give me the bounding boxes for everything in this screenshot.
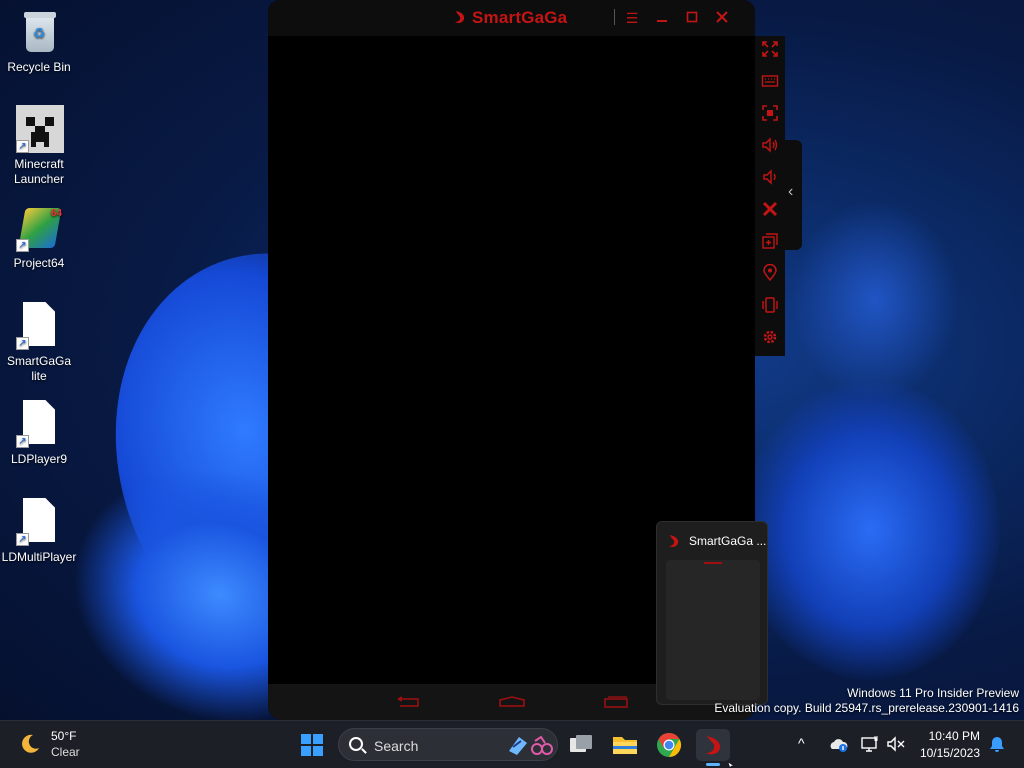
close-icon (716, 11, 728, 23)
file-icon: ↗ (16, 400, 62, 448)
volume-muted-icon[interactable] (886, 735, 906, 753)
smartgaga-logo-icon (455, 11, 465, 23)
chrome-icon (657, 733, 682, 757)
windows-watermark: Windows 11 Pro Insider Preview Evaluatio… (714, 686, 1019, 716)
desktop-icon-label: Minecraft Launcher (13, 157, 65, 186)
wallpaper-bloom (740, 380, 1000, 680)
minimize-button[interactable] (652, 8, 672, 28)
taskbar-thumbnail-preview[interactable]: SmartGaGa ... (656, 521, 768, 705)
smartgaga-logo-icon (706, 736, 721, 755)
smartgaga-logo-icon (669, 535, 679, 547)
desktop-icon-project64[interactable]: 64 ↗ Project64 (1, 204, 77, 271)
file-icon: ↗ (16, 498, 62, 546)
start-button[interactable] (296, 729, 330, 761)
desktop-icon-smartgaga-lite[interactable]: ↗ SmartGaGa lite (1, 302, 77, 384)
shake-icon[interactable] (760, 296, 780, 316)
screenshot-icon[interactable] (760, 104, 780, 124)
chrome-button[interactable] (652, 729, 686, 761)
desktop-icon-ldmultiplayer[interactable]: ↗ LDMultiPlayer (1, 498, 77, 565)
file-explorer-button[interactable] (608, 729, 642, 761)
wallpaper-bloom (790, 200, 960, 400)
location-icon[interactable] (760, 263, 780, 284)
project64-icon: 64 ↗ (16, 204, 62, 252)
desktop-icon-ldplayer9[interactable]: ↗ LDPlayer9 (1, 400, 77, 467)
thumbnail-title: SmartGaGa ... (689, 534, 767, 548)
smartgaga-taskbar-button[interactable] (696, 729, 730, 766)
smartgaga-brand: SmartGaGa (452, 8, 567, 28)
watermark-line: Evaluation copy. Build 25947.rs_prerelea… (714, 701, 1019, 715)
settings-icon[interactable] (760, 328, 780, 348)
taskbar: 50°F Clear Search ^ 10:40 PM 10/15/2023 (0, 720, 1024, 768)
menu-icon[interactable]: ☰ (622, 8, 642, 28)
file-icon: ↗ (16, 302, 62, 350)
volume-down-icon[interactable] (760, 168, 780, 188)
desktop-icon-label: Recycle Bin (7, 60, 71, 74)
folder-icon (613, 737, 637, 754)
close-button[interactable] (712, 8, 732, 28)
shortcut-arrow-icon: ↗ (16, 239, 29, 252)
window-title: SmartGaGa (472, 8, 568, 27)
shortcut-arrow-icon: ↗ (16, 337, 29, 350)
desktop-icon-recycle-bin[interactable]: ♻ Recycle Bin (1, 8, 77, 75)
weather-condition: Clear (51, 745, 80, 759)
desktop-icon-label: LDPlayer9 (10, 452, 68, 466)
titlebar-separator (614, 9, 615, 25)
desktop-icon-label: SmartGaGa lite (6, 354, 72, 383)
task-view-icon (570, 735, 592, 752)
clock-date: 10/15/2023 (919, 746, 980, 760)
desktop-icon-label: Project64 (13, 256, 65, 270)
show-hidden-icons-chevron[interactable]: ^ (798, 735, 805, 751)
shortcut-arrow-icon: ↗ (16, 435, 29, 448)
minecraft-icon: ↗ (16, 105, 64, 153)
search-highlight-icon (509, 735, 553, 755)
desktop-icon-label: LDMultiPlayer (1, 550, 77, 564)
taskbar-search[interactable]: Search (338, 728, 558, 761)
clock-time: 10:40 PM (928, 729, 980, 743)
mouse-cursor-icon (728, 762, 734, 768)
back-button[interactable] (394, 696, 422, 708)
recent-apps-button[interactable] (602, 696, 630, 708)
onedrive-icon[interactable] (829, 735, 849, 753)
close-app-icon[interactable] (760, 200, 780, 220)
network-icon[interactable] (860, 735, 880, 753)
smartgaga-titlebar[interactable]: SmartGaGa ☰ (268, 0, 755, 36)
toolbar-collapse-tab[interactable]: ‹ (785, 140, 802, 250)
shortcut-arrow-icon: ↗ (16, 140, 29, 153)
maximize-icon (686, 11, 698, 23)
volume-up-icon[interactable] (760, 136, 780, 156)
search-icon (349, 737, 363, 751)
chevron-left-icon: ‹ (788, 183, 794, 200)
notification-bell-icon[interactable] (988, 735, 1006, 753)
fullscreen-icon[interactable] (760, 40, 780, 60)
keyboard-icon[interactable] (760, 72, 780, 92)
recycle-bin-icon: ♻ (16, 8, 62, 56)
maximize-button[interactable] (682, 8, 702, 28)
desktop-icon-minecraft-launcher[interactable]: ↗ Minecraft Launcher (1, 105, 77, 187)
smartgaga-side-toolbar (755, 36, 785, 356)
weather-temp: 50°F (51, 729, 77, 743)
task-view-button[interactable] (564, 729, 598, 761)
watermark-line: Windows 11 Pro Insider Preview (847, 686, 1019, 700)
search-placeholder: Search (374, 738, 419, 754)
multi-instance-icon[interactable] (760, 232, 780, 252)
shortcut-arrow-icon: ↗ (16, 533, 29, 546)
thumbnail-image (666, 560, 760, 700)
home-button[interactable] (498, 696, 526, 708)
moon-icon (22, 734, 39, 753)
minimize-icon (657, 20, 667, 22)
